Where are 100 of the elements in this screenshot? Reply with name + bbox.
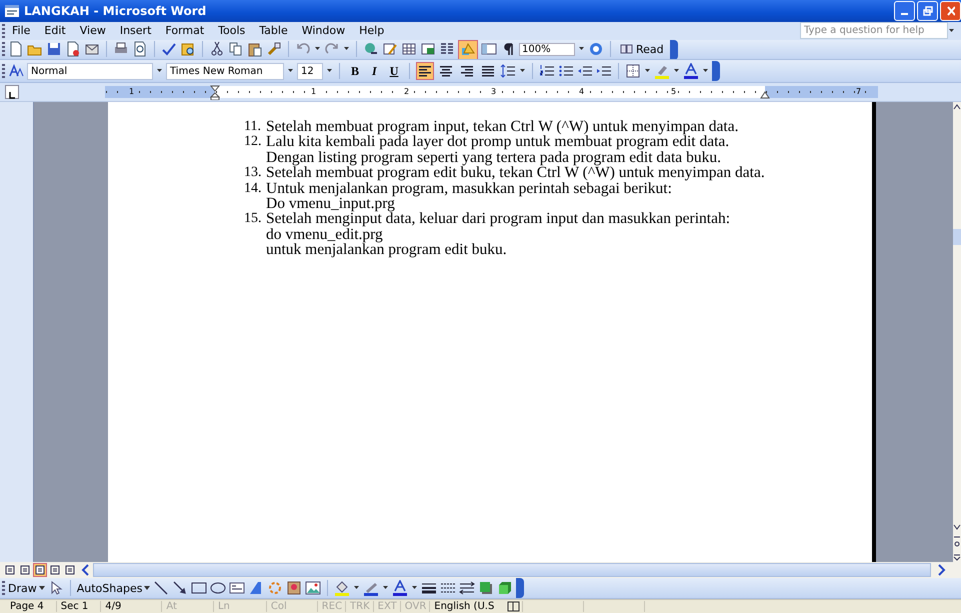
document-page[interactable] [108, 102, 876, 562]
restore-button[interactable] [917, 0, 938, 21]
list-text: Setelah menginput data, keluar dari program input dan masukkan perintah: [266, 211, 730, 227]
font-color-icon[interactable] [392, 580, 408, 596]
draw-menu-button[interactable]: Draw [8, 582, 45, 595]
status-item: Col [266, 601, 317, 612]
menu-item[interactable]: Window [294, 23, 352, 38]
underline-button[interactable]: U [384, 64, 404, 79]
tables-pencil-icon[interactable] [382, 41, 398, 58]
align-left-button[interactable] [416, 62, 434, 80]
list-number: 15. [244, 211, 262, 228]
clip-art-icon[interactable] [286, 580, 302, 596]
menu-item[interactable]: Insert [112, 23, 158, 38]
text-box-icon[interactable] [229, 580, 246, 596]
help-question-icon[interactable] [588, 41, 604, 58]
permission-icon[interactable] [65, 41, 81, 58]
outline-view-button[interactable] [48, 563, 62, 578]
bold-button[interactable]: B [346, 64, 364, 79]
scroll-thumb[interactable] [953, 229, 961, 246]
fill-bucket-icon[interactable] [334, 580, 350, 596]
read-button[interactable]: Read [617, 42, 667, 56]
document-map-icon[interactable] [481, 41, 497, 58]
toolbar-options-button[interactable] [712, 61, 720, 82]
cut-scissors-icon[interactable] [209, 41, 225, 58]
right-indent-marker-icon[interactable] [760, 91, 770, 100]
window-title: LANGKAH - Microsoft Word [24, 4, 206, 18]
research-book-icon[interactable] [180, 41, 196, 58]
arrow-icon[interactable] [172, 580, 188, 596]
drawing-shapes-icon [460, 42, 476, 58]
align-right-icon [460, 64, 474, 78]
reading-view-icon [64, 564, 76, 576]
menu-item[interactable]: Format [158, 23, 212, 38]
normal-view-button[interactable] [3, 563, 17, 578]
menu-item[interactable]: Edit [37, 23, 73, 38]
style-dropdown[interactable]: Normal [27, 62, 153, 80]
font-size-dropdown[interactable]: 12 [297, 62, 323, 80]
copy-icon[interactable] [228, 41, 244, 58]
close-icon [946, 6, 954, 16]
web-view-button[interactable] [18, 563, 32, 578]
minimize-button[interactable] [894, 0, 915, 21]
print-layout-view-icon [34, 564, 46, 576]
oval-icon[interactable] [210, 580, 226, 596]
menu-item[interactable]: Tools [211, 23, 252, 38]
list-number: 14. [244, 180, 262, 198]
menu-item[interactable]: Help [352, 23, 392, 38]
status-item: TRK [345, 601, 373, 612]
book-status-icon [506, 598, 522, 613]
arrow-style-icon[interactable] [459, 580, 476, 596]
help-field[interactable]: Type a question for help [800, 22, 948, 40]
new-document-icon[interactable] [8, 41, 24, 58]
spelling-check-icon[interactable] [161, 41, 177, 58]
menu-item[interactable]: View [72, 23, 113, 38]
line-spacing-icon[interactable] [500, 63, 516, 80]
font-color-icon[interactable] [683, 63, 700, 80]
shadow-square-icon[interactable] [478, 580, 494, 596]
font-dropdown[interactable]: Times New Roman [166, 62, 284, 80]
restore-icon [922, 6, 932, 16]
status-item: REC [316, 601, 346, 612]
minimize-icon [901, 13, 908, 16]
worksheet-icon[interactable] [420, 41, 436, 58]
list-text: Dengan listing program seperti yang tertera pada program edit data buku. [266, 150, 722, 166]
status-item: OVR [400, 601, 430, 612]
line-color-pen-icon[interactable] [363, 580, 380, 596]
print-layout-view-button[interactable] [33, 563, 47, 578]
close-button[interactable] [940, 0, 961, 21]
zoom-field[interactable]: 100% [519, 42, 575, 56]
status-item: English (U.S [429, 601, 506, 612]
toolbar-options-button[interactable] [670, 40, 678, 60]
list-text: Untuk menjalankan program, masukkan perintah sebagai berikut: [266, 180, 672, 196]
menu-item[interactable]: Table [252, 23, 295, 38]
indent-marker-icon[interactable] [210, 85, 220, 100]
status-item: Page 4 [9, 601, 45, 612]
reading-view-button[interactable] [63, 563, 77, 578]
paste-clipboard-icon[interactable] [247, 41, 263, 58]
brush-icon[interactable] [266, 41, 282, 58]
rectangle-icon[interactable] [191, 580, 208, 596]
list-text: Setelah membuat program edit buku, tekan Ctrl W (^W) untuk menyimpan data. [266, 165, 765, 181]
browse-buttons-icon[interactable] [953, 522, 961, 562]
justify-icon [481, 64, 496, 78]
print-preview-icon[interactable] [132, 41, 148, 58]
align-left-icon [418, 64, 432, 78]
cube-icon[interactable] [497, 580, 514, 596]
scroll-up-icon[interactable] [953, 102, 961, 112]
insert-table-icon[interactable] [401, 41, 417, 58]
border-grid-icon[interactable] [625, 63, 642, 80]
italic-button[interactable]: I [367, 64, 382, 79]
status-item: Sec 1 [56, 601, 100, 612]
list-text: untuk menjalankan program edit buku. [266, 242, 508, 258]
menu-item[interactable]: File [5, 23, 38, 38]
toolbar-options-button[interactable] [516, 578, 524, 598]
list-text: do vmenu_edit.prg [266, 226, 384, 242]
image-icon[interactable] [305, 580, 322, 596]
status-item: Ln [212, 601, 266, 612]
autoshapes-menu-button[interactable]: AutoShapes [76, 582, 150, 595]
line-icon[interactable] [153, 580, 170, 596]
save-icon[interactable] [46, 41, 62, 58]
caret-icon [144, 585, 150, 592]
status-item: At [161, 601, 213, 612]
list-number: 11. [244, 118, 262, 134]
tab-selector[interactable] [5, 85, 19, 100]
